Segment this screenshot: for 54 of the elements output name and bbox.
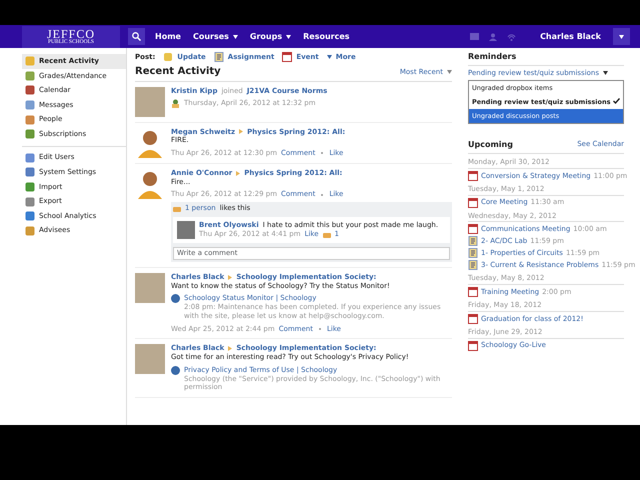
section-heading: Upcoming xyxy=(468,140,513,150)
nav-link[interactable]: Resources xyxy=(303,32,350,42)
square-icon xyxy=(25,152,35,163)
square-icon xyxy=(25,114,35,125)
square-icon xyxy=(25,211,35,222)
calendar-icon xyxy=(468,170,478,181)
square-icon xyxy=(25,226,35,236)
feed-heading: Recent Activity xyxy=(135,66,221,78)
nav-link[interactable]: Home xyxy=(155,32,181,42)
person-icon xyxy=(489,32,498,40)
caret-icon xyxy=(619,34,624,38)
section-heading: Reminders xyxy=(468,52,624,66)
user-menu-button[interactable] xyxy=(613,28,630,45)
search-button[interactable] xyxy=(128,28,145,45)
check-icon xyxy=(613,98,620,104)
arrow-icon xyxy=(228,274,232,280)
caret-icon xyxy=(286,34,292,38)
search-icon xyxy=(132,32,141,41)
nav-link[interactable]: Groups xyxy=(250,32,292,42)
square-icon xyxy=(25,167,35,178)
square-icon xyxy=(25,70,35,81)
note-icon xyxy=(163,52,174,62)
photo-placeholder xyxy=(135,272,165,303)
square-icon xyxy=(25,100,35,110)
caret-icon xyxy=(603,71,608,76)
photo-placeholder xyxy=(177,220,195,239)
photo-placeholder xyxy=(135,344,165,374)
document-icon xyxy=(468,260,478,270)
document-icon xyxy=(214,52,224,62)
calendar-icon xyxy=(468,287,478,298)
user-name[interactable]: Charles Black xyxy=(540,32,601,42)
calendar-icon xyxy=(468,340,478,351)
caret-icon xyxy=(447,70,452,74)
calendar-icon xyxy=(468,198,478,208)
arrow-icon xyxy=(228,346,232,352)
nav-link[interactable]: Courses xyxy=(192,32,238,42)
calendar-icon xyxy=(468,314,478,324)
arrow-icon xyxy=(236,170,240,176)
square-icon xyxy=(25,182,35,192)
caret-icon xyxy=(232,34,238,38)
calendar-icon xyxy=(282,52,292,62)
photo-placeholder xyxy=(135,86,165,116)
signal-icon xyxy=(507,32,516,40)
square-icon xyxy=(25,196,35,207)
arrow-icon xyxy=(239,129,244,134)
mail-icon xyxy=(470,33,480,40)
square-icon xyxy=(25,85,35,96)
caret-icon xyxy=(326,55,332,59)
square-icon xyxy=(25,129,35,140)
document-icon xyxy=(468,248,478,258)
calendar-icon xyxy=(468,224,478,234)
document-icon xyxy=(468,236,478,246)
people-icon xyxy=(171,99,180,108)
square-icon xyxy=(25,56,35,66)
